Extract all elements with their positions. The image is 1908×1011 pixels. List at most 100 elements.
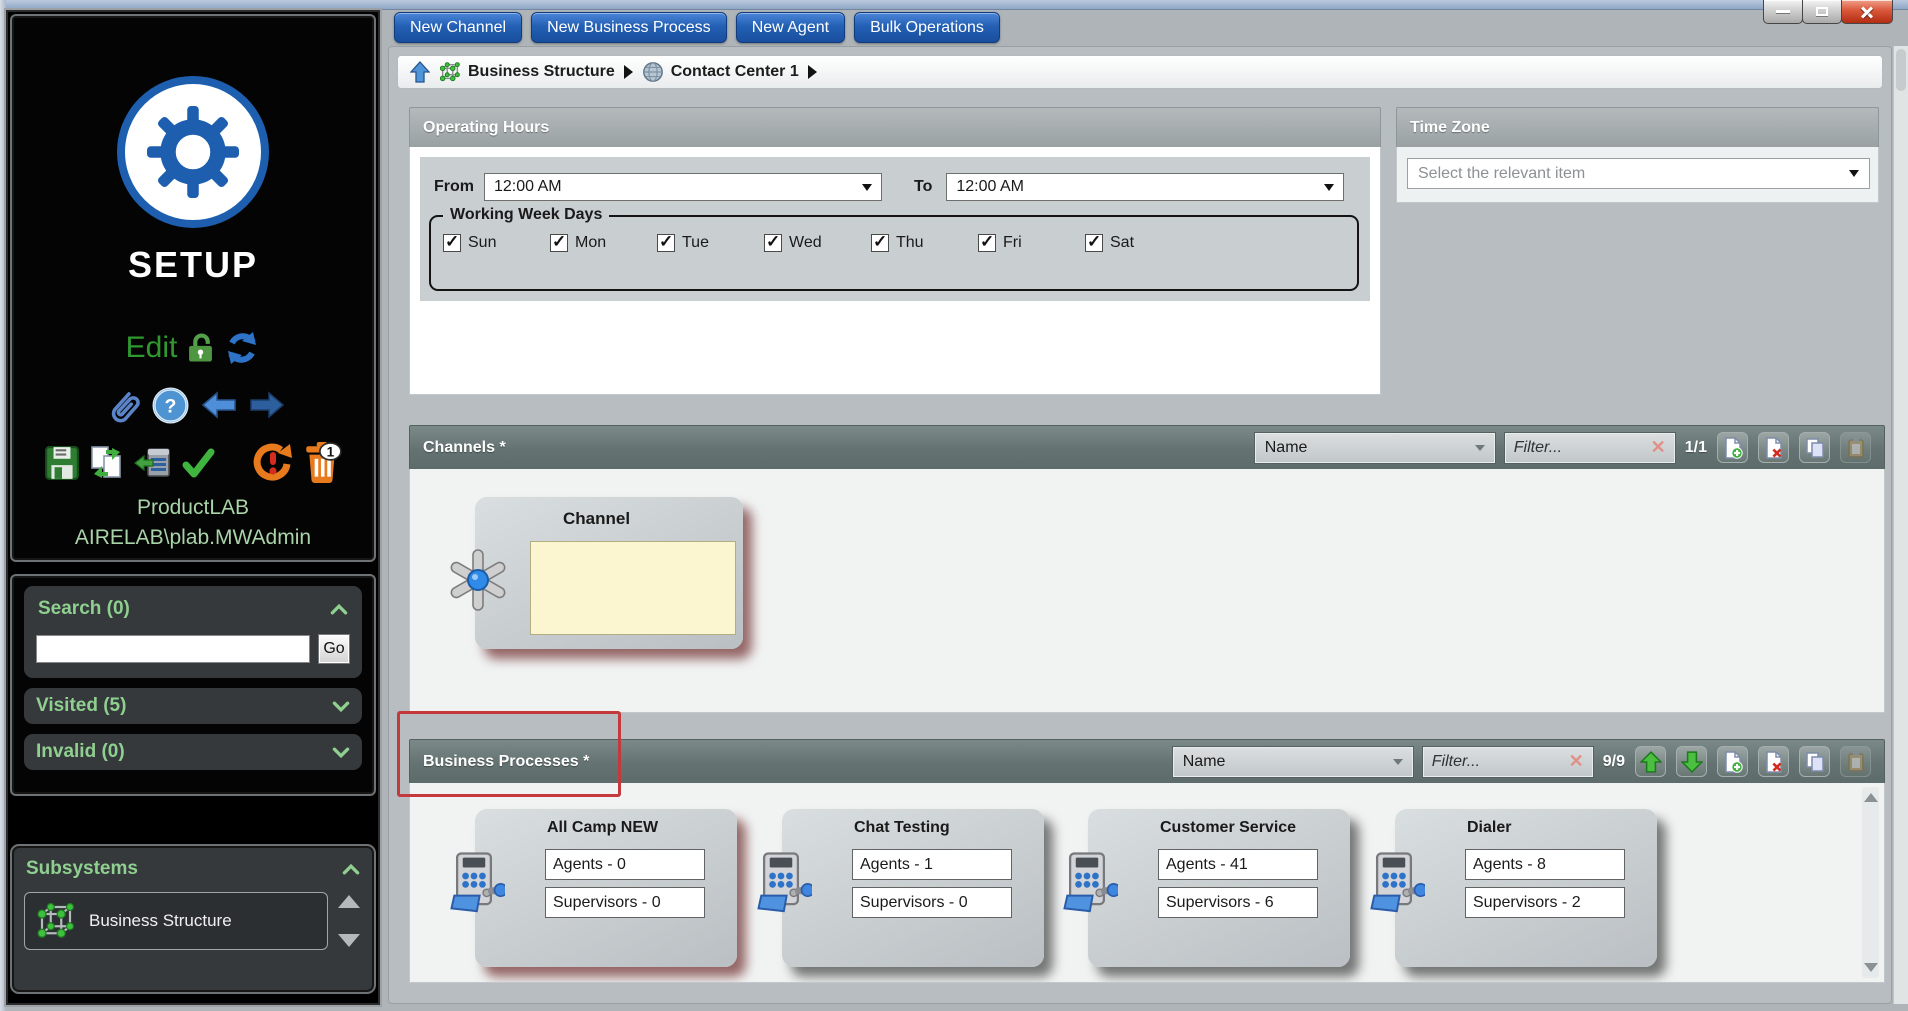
deploy-server-icon[interactable]	[134, 446, 172, 480]
subsystems-header[interactable]: Subsystems	[24, 854, 362, 884]
working-week-days-group: Working Week Days Sun Mon Tue	[429, 215, 1359, 291]
weekday-sun[interactable]: Sun	[443, 234, 550, 252]
weekday-fri[interactable]: Fri	[978, 234, 1085, 252]
scroll-up-icon[interactable]	[338, 895, 360, 908]
sidebar-search-panel: Search (0) Go Visited (5) Invalid (0)	[10, 574, 376, 796]
bp-agents-box: Agents - 41	[1158, 849, 1318, 880]
to-time-dropdown[interactable]: 12:00 AM	[946, 173, 1344, 201]
weekday-wed[interactable]: Wed	[764, 234, 871, 252]
bulk-operations-button[interactable]: Bulk Operations	[854, 12, 1000, 43]
page-scrollbar[interactable]	[1893, 46, 1908, 1004]
new-channel-button[interactable]: New Channel	[394, 12, 522, 43]
filter-clear-icon[interactable]	[1651, 437, 1666, 458]
scroll-down-icon[interactable]	[338, 934, 360, 947]
back-icon[interactable]	[201, 391, 237, 419]
minimize-icon	[1776, 10, 1790, 13]
delete-item-button[interactable]	[1758, 432, 1789, 463]
checkbox-icon[interactable]	[550, 234, 568, 252]
close-button[interactable]	[1841, 0, 1893, 24]
minimize-button[interactable]	[1763, 0, 1803, 24]
pending-refresh-icon[interactable]	[252, 442, 294, 484]
breadcrumb: Business Structure Contact Center 1	[397, 55, 1883, 89]
invalid-section[interactable]: Invalid (0)	[24, 734, 362, 770]
visited-section[interactable]: Visited (5)	[24, 688, 362, 724]
time-zone-section: Time Zone Select the relevant item	[1396, 107, 1879, 203]
copy-item-button[interactable]	[1799, 746, 1830, 777]
channels-header: Channels * Name 1/1	[409, 425, 1885, 469]
bp-agents-box: Agents - 0	[545, 849, 705, 880]
channels-body: Channel	[409, 469, 1885, 713]
operating-hours-section: Operating Hours From 12:00 AM To 12:00 A…	[409, 107, 1381, 395]
breadcrumb-up-icon[interactable]	[410, 61, 430, 83]
copy-item-button[interactable]	[1799, 432, 1830, 463]
checkbox-icon[interactable]	[764, 234, 782, 252]
add-item-button[interactable]	[1717, 746, 1748, 777]
checkbox-icon[interactable]	[1085, 234, 1103, 252]
new-agent-button[interactable]: New Agent	[736, 12, 845, 43]
bp-sort-dropdown[interactable]: Name	[1173, 747, 1413, 777]
weekday-tue[interactable]: Tue	[657, 234, 764, 252]
channel-card[interactable]: Channel	[475, 497, 743, 649]
filter-clear-icon[interactable]	[1569, 751, 1584, 772]
bp-supervisors-box: Supervisors - 0	[545, 887, 705, 918]
account-name: ProductLAB	[137, 496, 249, 520]
window-controls	[1764, 0, 1893, 24]
copy-transfer-icon[interactable]	[88, 444, 126, 482]
forward-icon[interactable]	[249, 391, 285, 419]
edit-button[interactable]: Edit	[126, 331, 178, 365]
breadcrumb-item-business-structure[interactable]: Business Structure	[439, 61, 615, 83]
move-down-button[interactable]	[1676, 746, 1707, 777]
save-icon[interactable]	[44, 445, 80, 481]
refresh-icon[interactable]	[224, 330, 260, 366]
page-scrollbar-thumb[interactable]	[1896, 49, 1906, 91]
unlock-icon[interactable]	[187, 332, 214, 364]
chevron-down-icon[interactable]	[332, 747, 350, 758]
bp-scrollbar[interactable]	[1862, 787, 1879, 978]
attachment-icon[interactable]	[102, 386, 140, 424]
move-up-button[interactable]	[1635, 746, 1666, 777]
help-icon[interactable]: ?	[152, 387, 189, 424]
bp-card-chat-testing[interactable]: Chat Testing Agents - 1 Supervisors - 0	[782, 809, 1044, 967]
weekday-sat[interactable]: Sat	[1085, 234, 1192, 252]
bp-card-dialer[interactable]: Dialer Agents - 8 Supervisors - 2	[1395, 809, 1657, 967]
checkbox-icon[interactable]	[657, 234, 675, 252]
trash-icon[interactable]: 1	[302, 442, 342, 484]
add-item-button[interactable]	[1717, 432, 1748, 463]
from-time-dropdown[interactable]: 12:00 AM	[484, 173, 882, 201]
paste-item-button[interactable]	[1840, 746, 1871, 777]
validate-check-icon[interactable]	[180, 446, 216, 480]
breadcrumb-item-contact-center[interactable]: Contact Center 1	[642, 61, 799, 83]
search-input[interactable]	[36, 635, 310, 663]
app-window: SETUP Edit	[0, 0, 1908, 1011]
chevron-up-icon[interactable]	[330, 604, 348, 615]
bp-card-customer-service[interactable]: Customer Service Agents - 41 Supervisors…	[1088, 809, 1350, 967]
search-go-button[interactable]: Go	[318, 634, 350, 664]
weekday-thu[interactable]: Thu	[871, 234, 978, 252]
dropdown-arrow-icon	[1324, 184, 1334, 191]
checkbox-icon[interactable]	[443, 234, 461, 252]
business-structure-cube-icon	[35, 900, 77, 942]
channels-sort-dropdown[interactable]: Name	[1255, 433, 1495, 463]
bp-filter-input[interactable]	[1432, 753, 1569, 771]
scroll-down-icon[interactable]	[1864, 963, 1878, 972]
time-zone-dropdown[interactable]: Select the relevant item	[1407, 158, 1870, 189]
bp-card-all-camp-new[interactable]: All Camp NEW Agents - 0 Supervisors - 0	[475, 809, 737, 967]
paste-item-button[interactable]	[1840, 432, 1871, 463]
to-time-value: 12:00 AM	[956, 178, 1024, 196]
checkbox-icon[interactable]	[978, 234, 996, 252]
channels-count: 1/1	[1685, 439, 1707, 457]
chevron-down-icon[interactable]	[332, 701, 350, 712]
weekday-mon[interactable]: Mon	[550, 234, 657, 252]
dropdown-arrow-icon	[1393, 759, 1403, 765]
chevron-up-icon[interactable]	[342, 864, 360, 875]
business-processes-header: Business Processes * Name 9/9	[409, 739, 1885, 783]
operating-hours-inner: From 12:00 AM To 12:00 AM Working Week D…	[420, 157, 1370, 301]
maximize-button[interactable]	[1802, 0, 1842, 24]
delete-item-button[interactable]	[1758, 746, 1789, 777]
new-business-process-button[interactable]: New Business Process	[531, 12, 727, 43]
search-header[interactable]: Search (0)	[36, 594, 350, 624]
channels-filter-input[interactable]	[1514, 439, 1651, 457]
checkbox-icon[interactable]	[871, 234, 889, 252]
scroll-up-icon[interactable]	[1864, 793, 1878, 802]
subsystem-item-business-structure[interactable]: Business Structure	[24, 892, 328, 950]
